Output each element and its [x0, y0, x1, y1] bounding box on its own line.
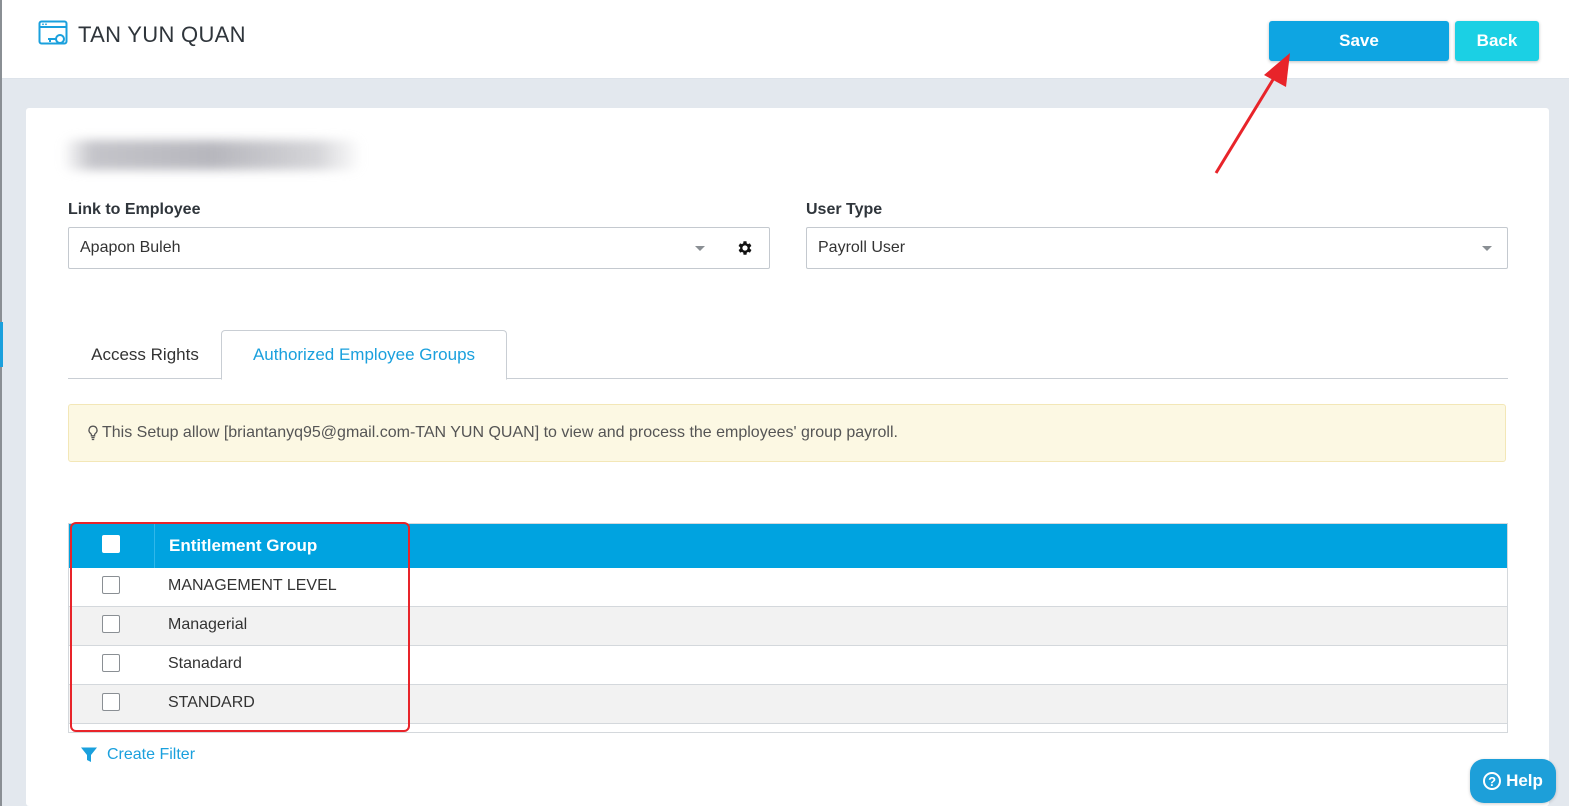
gear-icon[interactable] [736, 239, 754, 257]
row-label: Stanadard [168, 655, 242, 672]
user-type-value: Payroll User [818, 239, 906, 256]
row-label: STANDARD [168, 694, 255, 711]
table-row[interactable]: Managerial [69, 607, 1507, 646]
tab-access-rights[interactable]: Access Rights [68, 330, 222, 379]
back-button[interactable]: Back [1455, 21, 1539, 61]
save-button[interactable]: Save [1269, 21, 1449, 61]
row-label: MANAGEMENT LEVEL [168, 577, 337, 594]
top-bar: TAN YUN QUAN Save Back [2, 0, 1569, 79]
row-label: Managerial [168, 616, 248, 633]
header-divider [154, 524, 155, 568]
row-checkbox[interactable] [102, 576, 120, 594]
link-to-employee-label: Link to Employee [68, 201, 201, 218]
help-label: Help [1506, 771, 1543, 790]
user-form-card: Link to Employee Apapon Buleh User Type … [26, 108, 1549, 806]
row-checkbox[interactable] [102, 615, 120, 633]
funnel-icon [81, 747, 97, 762]
help-button[interactable]: ? Help [1470, 759, 1556, 803]
user-type-select[interactable]: Payroll User [806, 227, 1508, 269]
info-notice: This Setup allow [briantanyq95@gmail.com… [68, 404, 1506, 462]
caret-down-icon[interactable] [1482, 246, 1492, 251]
entitlement-group-grid: Entitlement Group MANAGEMENT LEVEL Manag… [68, 523, 1508, 733]
notice-text: This Setup allow [briantanyq95@gmail.com… [102, 424, 898, 441]
page-title: TAN YUN QUAN [78, 22, 246, 47]
user-type-label: User Type [806, 201, 883, 218]
select-all-checkbox[interactable] [102, 535, 120, 553]
row-checkbox[interactable] [102, 654, 120, 672]
grid-header: Entitlement Group [69, 524, 1507, 568]
tab-authorized-employee-groups[interactable]: Authorized Employee Groups [221, 330, 507, 380]
table-row[interactable]: STANDARD [69, 685, 1507, 724]
column-header-entitlement-group[interactable]: Entitlement Group [169, 536, 317, 556]
lightbulb-icon [88, 425, 98, 441]
caret-down-icon[interactable] [695, 246, 705, 251]
link-to-employee-select[interactable]: Apapon Buleh [68, 227, 770, 269]
left-edge [0, 0, 2, 806]
link-to-employee-value: Apapon Buleh [80, 239, 181, 256]
create-filter-link[interactable]: Create Filter [80, 746, 195, 764]
table-row[interactable]: MANAGEMENT LEVEL [69, 568, 1507, 607]
user-key-icon [38, 20, 68, 45]
row-checkbox[interactable] [102, 693, 120, 711]
question-mark-icon: ? [1483, 772, 1502, 790]
blurred-email [62, 140, 362, 170]
create-filter-label: Create Filter [107, 746, 196, 763]
left-edge-accent [0, 322, 3, 367]
table-row[interactable]: Stanadard [69, 646, 1507, 685]
